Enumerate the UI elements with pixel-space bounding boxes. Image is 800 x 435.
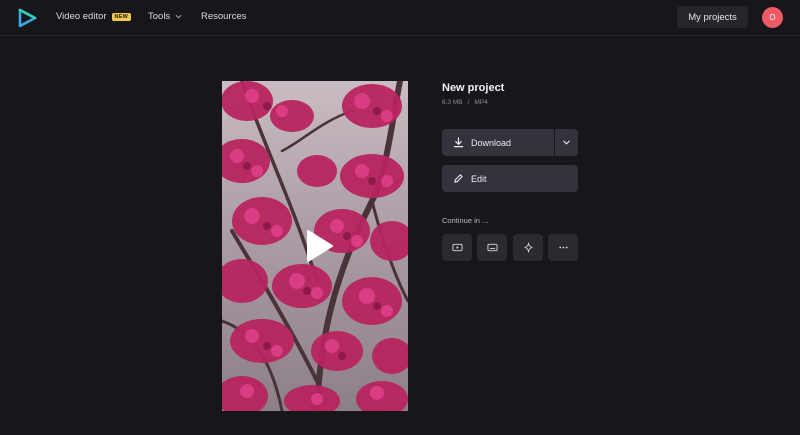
meta-separator: / [467,99,470,106]
sparkle-icon [523,242,533,253]
edit-label: Edit [471,173,487,184]
my-projects-button[interactable]: My projects [677,6,748,28]
nav-video-editor-label: Video editor [56,11,107,22]
project-title: New project [442,82,505,94]
download-options-button[interactable] [555,129,578,156]
chevron-down-icon [175,14,182,19]
pencil-icon [454,174,463,183]
continue-subtitles-button[interactable] [477,234,507,261]
top-bar: Video editor NEW Tools Resources My proj… [0,0,800,36]
continue-more-button[interactable] [548,234,578,261]
edit-button[interactable]: Edit [442,165,578,192]
subtitles-icon [486,243,498,252]
video-preview[interactable] [222,81,408,411]
nav-resources[interactable]: Resources [201,11,246,22]
download-button[interactable]: Download [442,129,554,156]
chevron-down-icon [563,140,570,145]
continue-ai-button[interactable] [513,234,543,261]
new-badge: NEW [111,12,131,21]
logo-icon[interactable] [17,8,37,28]
youtube-icon [451,243,463,252]
avatar[interactable]: O [762,7,783,28]
more-dots-icon [558,246,568,249]
nav-resources-label: Resources [201,11,247,22]
download-label: Download [471,137,512,148]
nav-video-editor[interactable]: Video editor NEW [56,11,131,22]
continue-youtube-button[interactable] [442,234,472,261]
continue-in-label: Continue in ... [442,216,489,225]
file-meta: 6.3 MB / MP4 [442,99,488,106]
play-icon[interactable] [306,229,334,263]
download-icon [453,137,464,148]
file-format: MP4 [474,99,488,106]
nav-tools-label: Tools [148,11,171,22]
nav-tools[interactable]: Tools [148,11,182,22]
file-size: 6.3 MB [442,99,463,106]
